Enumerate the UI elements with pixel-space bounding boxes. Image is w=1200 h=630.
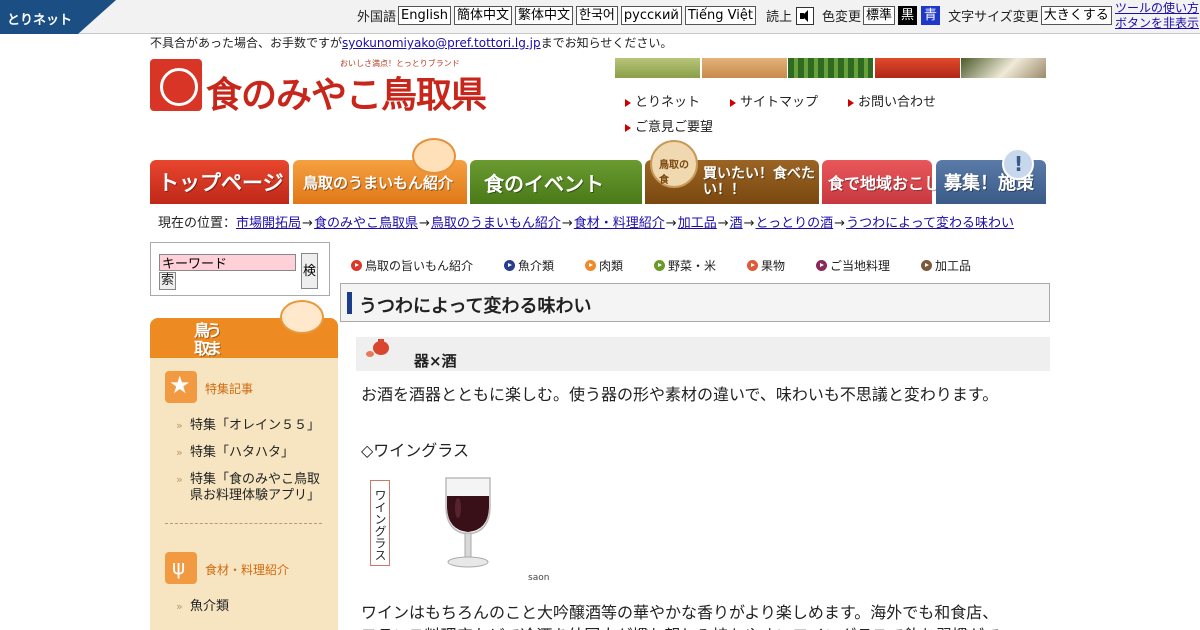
sidebar-mascot-icon xyxy=(280,300,324,334)
logo-mark-icon xyxy=(150,59,202,111)
food-photo-strip xyxy=(615,58,1048,78)
arrow-dot-icon xyxy=(816,260,827,271)
crab-photo xyxy=(874,58,960,78)
mascot-icon xyxy=(412,138,456,174)
tottori-food-badge: 鳥取の食 xyxy=(650,140,698,188)
pear-photo xyxy=(615,58,700,78)
color-blue-button[interactable]: 青 xyxy=(921,6,941,25)
font-size-label: 文字サイズ変更 xyxy=(948,10,1039,25)
main-nav: トップページ 鳥取のうまいもん紹介 食のイベント 買いたい！食べたい！！ 鳥取の… xyxy=(150,138,1050,204)
arrow-dot-icon xyxy=(504,260,515,271)
star-icon: ★ xyxy=(165,371,197,403)
exclamation-icon: ! xyxy=(1002,148,1034,180)
arrow-dot-icon xyxy=(747,260,758,271)
breadcrumb-link[interactable]: 鳥取のうまいもん紹介 xyxy=(431,216,561,231)
category-umaimon[interactable]: 鳥取の旨いもん紹介 xyxy=(351,257,473,274)
category-meat[interactable]: 肉類 xyxy=(585,257,623,274)
speaker-icon[interactable] xyxy=(796,6,814,25)
paragraph-line-1: ワインはもちろんのこと大吟醸酒等の華やかな香りがより楽しめます。海外でも和食店、 xyxy=(361,603,999,622)
header-link-contact[interactable]: お問い合わせ xyxy=(848,91,936,110)
breadcrumb-link[interactable]: 酒 xyxy=(730,216,743,231)
category-local-dishes[interactable]: ご当地料理 xyxy=(816,257,890,274)
search-input[interactable] xyxy=(159,254,296,271)
contact-email-link[interactable]: syokunomiyako@pref.tottori.lg.jp xyxy=(342,36,541,50)
sidebar-section-features[interactable]: 特集記事 xyxy=(205,380,253,397)
section-heading: 器×酒 xyxy=(356,337,1050,371)
nav-top-page[interactable]: トップページ xyxy=(150,160,289,204)
lang-vietnamese-button[interactable]: Tiếng Việt xyxy=(684,6,756,25)
header-link-feedback[interactable]: ご意見ご要望 xyxy=(625,116,713,135)
site-logo[interactable]: おいしさ満点！とっとりブランド 食のみやこ鳥取県 xyxy=(150,58,487,116)
arrow-dot-icon xyxy=(585,260,596,271)
fork-fish-icon: ψ xyxy=(165,552,197,584)
radish-photo xyxy=(961,58,1046,78)
sidebar-section-ingredients[interactable]: 食材・料理紹介 xyxy=(205,561,289,578)
nav-food-events[interactable]: 食のイベント xyxy=(470,160,642,204)
breadcrumb-link[interactable]: とっとりの酒 xyxy=(756,216,834,231)
category-vegetables[interactable]: 野菜・米 xyxy=(654,257,716,274)
wine-glass-caption: ワイングラス xyxy=(370,480,390,566)
contact-notice: 不具合があった場合、お手数ですがsyokunomiyako@pref.totto… xyxy=(150,36,673,50)
dunes-photo xyxy=(701,58,787,78)
color-standard-button[interactable]: 標準 xyxy=(863,6,896,25)
lang-simplified-chinese-button[interactable]: 簡体中文 xyxy=(453,6,512,25)
wine-glass-subhead: ◇ワイングラス xyxy=(361,441,469,460)
category-seafood[interactable]: 魚介類 xyxy=(504,257,554,274)
lang-traditional-chinese-button[interactable]: 繁体中文 xyxy=(514,6,573,25)
breadcrumb-link[interactable]: 食のみやこ鳥取県 xyxy=(314,216,418,231)
color-black-button[interactable]: 黒 xyxy=(898,6,918,25)
header-link-sitemap[interactable]: サイトマップ xyxy=(730,91,818,110)
arrow-dot-icon xyxy=(921,260,932,271)
header-link-torinet[interactable]: とりネット xyxy=(625,91,700,110)
photo-credit: saon xyxy=(528,573,550,583)
lang-korean-button[interactable]: 한국어 xyxy=(576,6,618,25)
sidebar-divider xyxy=(165,523,322,524)
page-title: うつわによって変わる味わい xyxy=(359,296,592,317)
accessibility-toolbar: とりネット 外国語 English 簡体中文 繁体中文 한국어 русский … xyxy=(0,0,1200,34)
read-aloud-label: 読上 xyxy=(765,10,792,25)
logo-text: 食のみやこ鳥取県 xyxy=(206,74,487,116)
arrow-dot-icon xyxy=(351,260,362,271)
breadcrumb: 現在の位置：市場開拓局→食のみやこ鳥取県→鳥取のうまいもん紹介→食材・料理紹介→… xyxy=(158,216,1015,231)
breadcrumb-link[interactable]: 食材・料理紹介 xyxy=(574,216,665,231)
tool-usage-link[interactable]: ツールの使い方 xyxy=(1115,1,1199,16)
nav-regional[interactable]: 食で地域おこし xyxy=(822,160,940,204)
toolbar-help-links: ツールの使い方 ボタンを非表示 xyxy=(1115,1,1199,31)
section-title: 器×酒 xyxy=(414,352,457,370)
foreign-language-label: 外国語 xyxy=(357,10,397,25)
category-fruit[interactable]: 果物 xyxy=(747,257,785,274)
watermelon-photo xyxy=(788,58,873,78)
arrow-dot-icon xyxy=(654,260,665,271)
lang-english-button[interactable]: English xyxy=(398,6,451,25)
breadcrumb-link[interactable]: 市場開拓局 xyxy=(236,216,301,231)
font-larger-button[interactable]: 大きくする xyxy=(1040,6,1112,25)
breadcrumb-link[interactable]: 加工品 xyxy=(678,216,717,231)
search-button-wrap[interactable]: 索 xyxy=(159,272,176,290)
sidebar-link-olein[interactable]: 特集「オレイン５５」 xyxy=(176,418,330,434)
page-title-bar: うつわによって変わる味わい xyxy=(340,283,1050,322)
sidebar-link-app[interactable]: 特集「食のみやこ鳥取県お料理体験アプリ」 xyxy=(176,472,330,504)
category-processed[interactable]: 加工品 xyxy=(921,257,971,274)
sake-bottle-icon xyxy=(366,339,389,357)
breadcrumb-current-link[interactable]: うつわによって変わる味わい xyxy=(846,216,1014,231)
intro-text: お酒を酒器とともに楽しむ。使う器の形や素材の違いで、味わいも不思議と変わります。 xyxy=(361,385,999,404)
color-change-label: 色変更 xyxy=(822,10,862,25)
lang-russian-button[interactable]: русский xyxy=(620,6,682,25)
hide-buttons-link[interactable]: ボタンを非表示 xyxy=(1115,16,1199,31)
toolbar-controls: 外国語 English 簡体中文 繁体中文 한국어 русский Tiếng … xyxy=(357,6,1115,25)
paragraph-line-2: フランス料理店などで冷酒を外国人が慣れ親しみ持ちやすいワイングラスで飲む習慣がで xyxy=(361,622,1000,630)
search-button[interactable]: 検 xyxy=(301,253,318,289)
sidebar-link-hatahata[interactable]: 特集「ハタハタ」 xyxy=(176,445,330,461)
wine-glass-image xyxy=(445,477,491,568)
torinet-logo[interactable]: とりネット xyxy=(0,0,116,34)
sidebar-link-seafood[interactable]: 魚介類 xyxy=(176,599,330,615)
search-box: 検 索 xyxy=(150,242,330,296)
